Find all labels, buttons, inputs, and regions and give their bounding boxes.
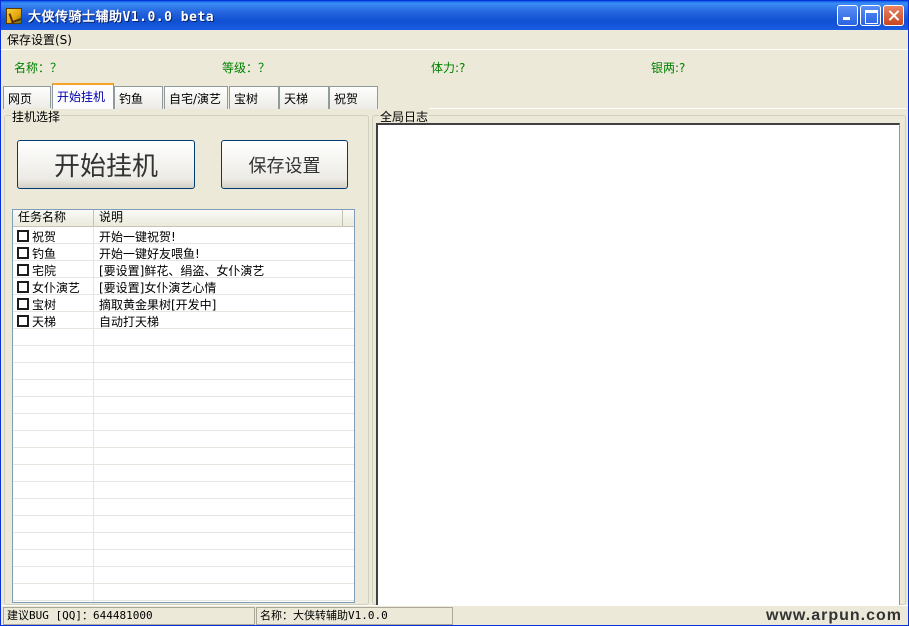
task-name: 钓鱼	[32, 247, 57, 261]
column-header-description[interactable]: 说明	[94, 210, 343, 226]
tab-bar: 网页 开始挂机 钓鱼 自宅/演艺 宝树 天梯 祝贺	[3, 83, 906, 109]
tab-webpage[interactable]: 网页	[3, 86, 51, 109]
task-name-cell: 宝树	[13, 295, 94, 312]
empty-row	[13, 516, 354, 533]
task-description: 开始一键祝贺!	[99, 230, 176, 244]
tab-home-performance[interactable]: 自宅/演艺	[164, 86, 228, 109]
task-description: [要设置]女仆演艺心情	[99, 281, 217, 295]
app-window: 大侠传骑士辅助V1.0.0 beta 保存设置(S) 名称：？ 等级：？ 体力:…	[0, 0, 909, 626]
tab-ladder[interactable]: 天梯	[279, 86, 329, 109]
level-info: 等级：？	[222, 61, 271, 75]
status-bug-report: 建议BUG [QQ]：644481000	[3, 607, 255, 625]
status-app-name: 名称：大侠转辅助V1.0.0	[256, 607, 453, 625]
table-row[interactable]: 女仆演艺 [要设置]女仆演艺心情	[13, 278, 354, 295]
info-bar: 名称：？ 等级：？ 体力:? 银两:?	[1, 57, 908, 77]
task-name-cell: 天梯	[13, 312, 94, 329]
maximize-button[interactable]	[860, 5, 881, 26]
empty-row	[13, 533, 354, 550]
empty-row	[13, 499, 354, 516]
task-checkbox[interactable]	[17, 281, 29, 293]
task-name-cell: 宅院	[13, 261, 94, 278]
task-name: 女仆演艺	[32, 281, 81, 295]
window-controls	[837, 5, 904, 26]
task-checkbox[interactable]	[17, 315, 29, 327]
app-icon	[6, 7, 22, 24]
empty-row	[13, 465, 354, 482]
empty-row	[13, 567, 354, 584]
empty-row	[13, 397, 354, 414]
tab-congratulate[interactable]: 祝贺	[329, 86, 378, 109]
menu-save-settings[interactable]: 保存设置(S)	[1, 31, 78, 48]
task-description: [要设置]鲜花、绢盗、女仆演艺	[99, 264, 265, 278]
tab-start-idle[interactable]: 开始挂机	[52, 83, 114, 109]
empty-row	[13, 550, 354, 567]
task-list-header: 任务名称 说明	[13, 210, 354, 227]
silver-info: 银两:?	[651, 61, 686, 75]
title-bar[interactable]: 大侠传骑士辅助V1.0.0 beta	[1, 1, 908, 30]
task-description: 开始一键好友喂鱼!	[99, 247, 200, 261]
table-row[interactable]: 宝树 摘取黄金果树[开发中]	[13, 295, 354, 312]
minimize-button[interactable]	[837, 5, 858, 26]
task-checkbox[interactable]	[17, 298, 29, 310]
menu-bar: 保存设置(S)	[1, 30, 908, 50]
task-name: 宅院	[32, 264, 57, 278]
watermark-logo: www.arpun.com	[766, 607, 902, 624]
task-name: 宝树	[32, 298, 57, 312]
task-description: 摘取黄金果树[开发中]	[99, 298, 217, 312]
tab-treasure-tree[interactable]: 宝树	[229, 86, 279, 109]
status-bar: 建议BUG [QQ]：644481000 名称：大侠转辅助V1.0.0 www.…	[1, 605, 908, 625]
empty-row	[13, 380, 354, 397]
task-name-cell: 女仆演艺	[13, 278, 94, 295]
window-title: 大侠传骑士辅助V1.0.0 beta	[28, 10, 215, 25]
task-list[interactable]: 任务名称 说明 祝贺 开始一键祝贺! 钓鱼 开始一键好友喂鱼! 宅院 [要设置]鲜花、绢盗…	[12, 209, 355, 603]
empty-row	[13, 584, 354, 601]
task-checkbox[interactable]	[17, 230, 29, 242]
table-row[interactable]: 天梯 自动打天梯	[13, 312, 354, 329]
empty-row	[13, 482, 354, 499]
task-name-cell: 祝贺	[13, 227, 94, 244]
name-info: 名称：？	[14, 61, 63, 75]
empty-row	[13, 329, 354, 346]
tab-fishing[interactable]: 钓鱼	[114, 86, 163, 109]
task-rows: 祝贺 开始一键祝贺! 钓鱼 开始一键好友喂鱼! 宅院 [要设置]鲜花、绢盗、女仆演艺 女仆演…	[13, 227, 354, 601]
table-row[interactable]: 钓鱼 开始一键好友喂鱼!	[13, 244, 354, 261]
task-checkbox[interactable]	[17, 264, 29, 276]
table-row[interactable]: 祝贺 开始一键祝贺!	[13, 227, 354, 244]
save-settings-button[interactable]: 保存设置	[221, 140, 348, 189]
task-name: 祝贺	[32, 230, 57, 244]
stamina-info: 体力:?	[431, 61, 466, 75]
task-name-cell: 钓鱼	[13, 244, 94, 261]
empty-row	[13, 363, 354, 380]
column-header-task-name[interactable]: 任务名称	[13, 210, 94, 226]
close-button[interactable]	[883, 5, 904, 26]
task-name: 天梯	[32, 315, 57, 329]
task-checkbox[interactable]	[17, 247, 29, 259]
empty-row	[13, 448, 354, 465]
global-log-textarea[interactable]	[376, 123, 900, 606]
task-description: 自动打天梯	[99, 315, 160, 329]
start-idle-button[interactable]: 开始挂机	[17, 140, 195, 189]
table-row[interactable]: 宅院 [要设置]鲜花、绢盗、女仆演艺	[13, 261, 354, 278]
empty-row	[13, 346, 354, 363]
idle-selection-legend: 挂机选择	[11, 108, 62, 125]
empty-row	[13, 431, 354, 448]
empty-row	[13, 414, 354, 431]
